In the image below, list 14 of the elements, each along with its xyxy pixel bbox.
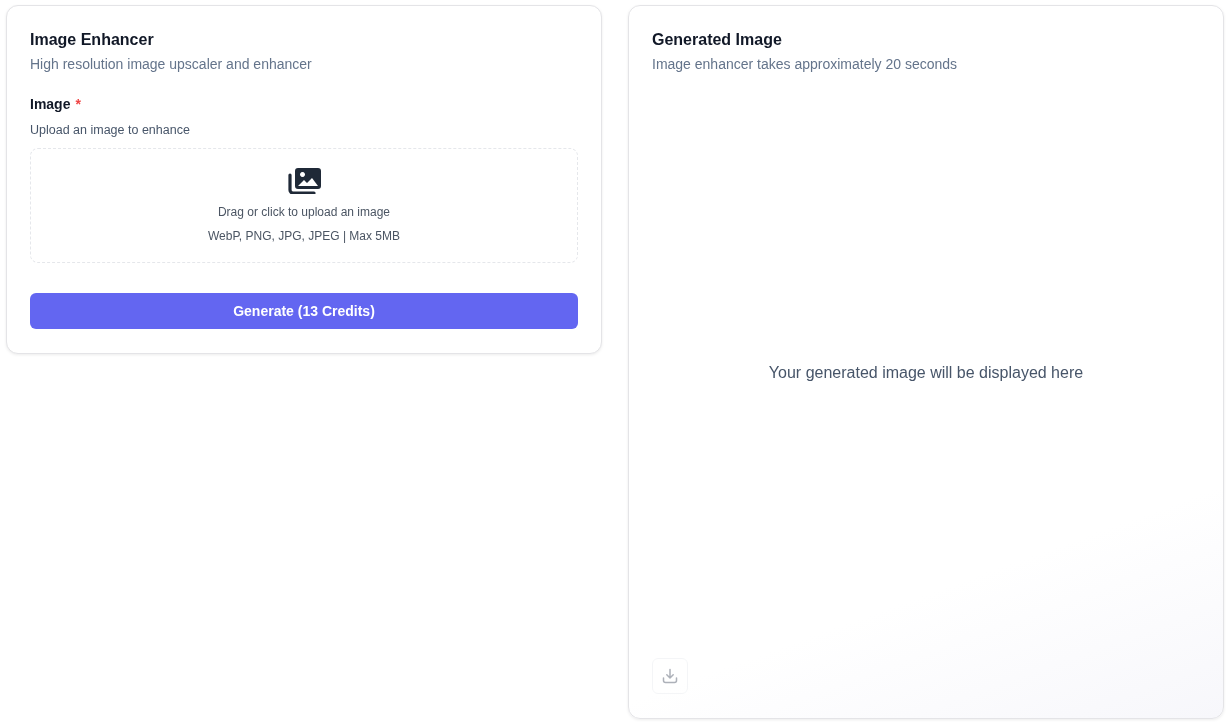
upload-dropzone[interactable]: Drag or click to upload an image WebP, PNG, JPG, JPEG | Max 5MB [30,148,578,263]
download-icon [662,668,678,684]
card-subtitle: Image enhancer takes approximately 20 seconds [652,55,959,74]
card-title: Generated Image [652,30,783,50]
dropzone-formats: WebP, PNG, JPG, JPEG | Max 5MB [207,227,401,244]
card-title: Image Enhancer [30,30,155,50]
dropzone-prompt: Drag or click to upload an image [217,203,391,220]
required-mark: * [75,95,81,113]
generate-button[interactable]: Generate (13 Credits) [30,293,578,329]
card-subtitle: High resolution image upscaler and enhancer [30,55,313,74]
field-hint: Upload an image to enhance [30,122,191,139]
images-icon [287,167,321,194]
field-label: Image [30,95,71,113]
empty-state-text: Your generated image will be displayed here [768,363,1084,383]
